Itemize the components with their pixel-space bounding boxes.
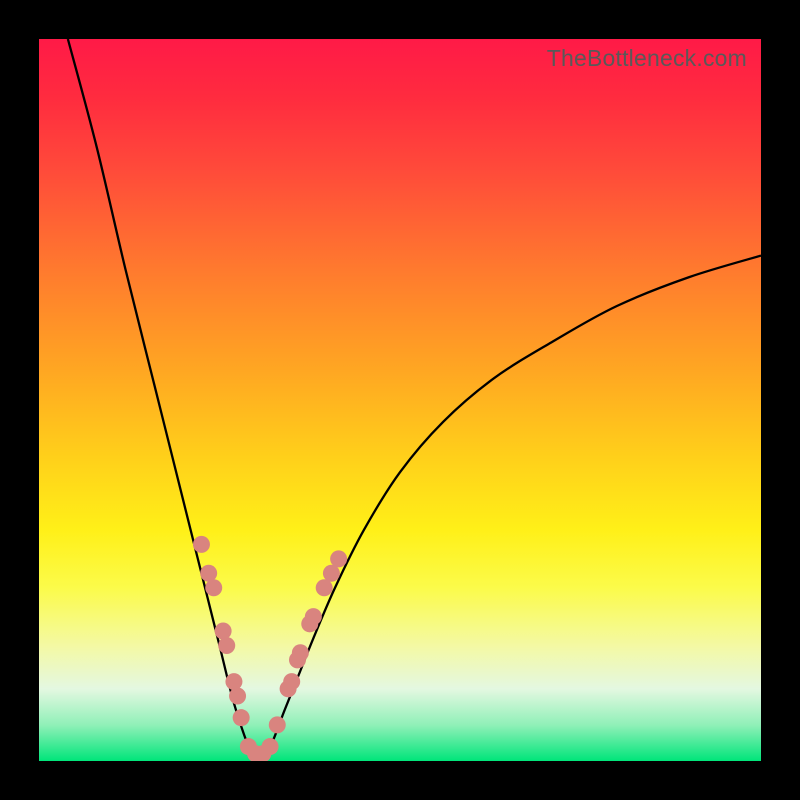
data-marker	[218, 637, 235, 654]
data-marker	[233, 709, 250, 726]
chart-frame: TheBottleneck.com	[0, 0, 800, 800]
data-marker	[305, 608, 322, 625]
data-marker	[323, 565, 340, 582]
data-marker	[225, 673, 242, 690]
data-marker	[283, 673, 300, 690]
data-marker	[316, 579, 333, 596]
plot-area: TheBottleneck.com	[39, 39, 761, 761]
data-marker	[292, 644, 309, 661]
data-marker	[269, 716, 286, 733]
data-marker	[330, 550, 347, 567]
data-marker	[200, 565, 217, 582]
data-marker	[262, 738, 279, 755]
data-marker	[229, 688, 246, 705]
curve-layer	[39, 39, 761, 761]
curve-right-branch	[256, 256, 761, 761]
data-marker	[205, 579, 222, 596]
data-marker	[193, 536, 210, 553]
data-marker	[215, 623, 232, 640]
